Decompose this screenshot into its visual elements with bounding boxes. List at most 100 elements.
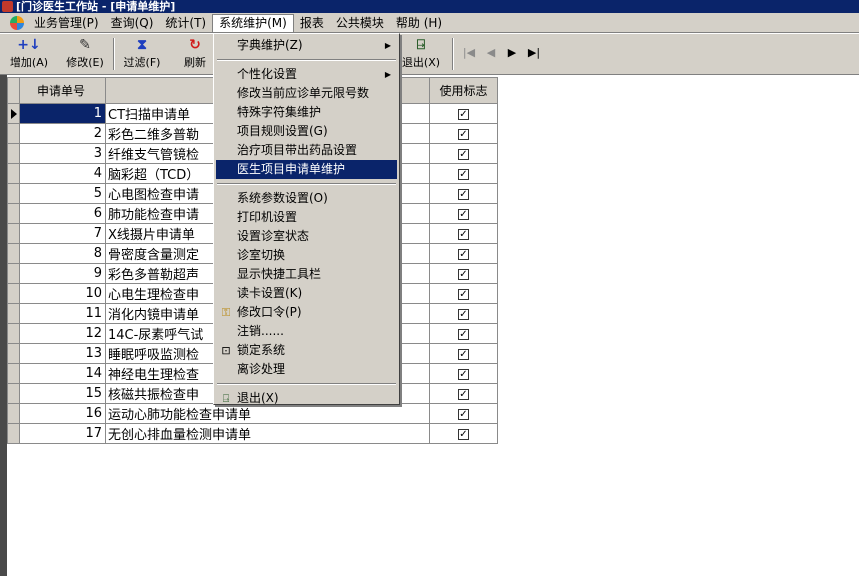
use-flag-checkbox[interactable]: ✓	[458, 169, 469, 180]
menu-item-leave[interactable]: 离诊处理	[216, 360, 397, 379]
use-flag-checkbox[interactable]: ✓	[458, 389, 469, 400]
menu-item-label: 修改口令(P)	[237, 305, 302, 319]
use-flag-cell[interactable]: ✓	[429, 103, 498, 124]
request-number[interactable]: 5	[19, 183, 106, 204]
menu-item-request-maintenance[interactable]: 医生项目申请单维护	[216, 160, 397, 179]
request-number[interactable]: 8	[19, 243, 106, 264]
use-flag-cell[interactable]: ✓	[429, 183, 498, 204]
request-number[interactable]: 15	[19, 383, 106, 404]
request-number[interactable]: 1	[19, 103, 106, 124]
edit-button[interactable]: ✎ 修改(E)	[62, 36, 108, 72]
menu-help[interactable]: 帮助 (H)	[390, 14, 448, 32]
menu-statistics[interactable]: 统计(T)	[159, 14, 212, 32]
use-flag-cell[interactable]: ✓	[429, 223, 498, 244]
menu-item-lock-system[interactable]: ⊡ 锁定系统	[216, 341, 397, 360]
use-flag-cell[interactable]: ✓	[429, 343, 498, 364]
menu-item-special-chars[interactable]: 特殊字符集维护	[216, 103, 397, 122]
menu-item-personalization[interactable]: 个性化设置 ▶	[216, 65, 397, 84]
add-icon: +↓	[17, 37, 41, 53]
menu-item-modify-unit-limit[interactable]: 修改当前应诊单元限号数	[216, 84, 397, 103]
use-flag-checkbox[interactable]: ✓	[458, 189, 469, 200]
request-number[interactable]: 7	[19, 223, 106, 244]
menu-item-dictionary[interactable]: 字典维护(Z) ▶	[216, 36, 397, 55]
left-strip	[0, 75, 7, 576]
request-number[interactable]: 10	[19, 283, 106, 304]
use-flag-checkbox[interactable]: ✓	[458, 209, 469, 220]
menu-item-exit[interactable]: ⍈ 退出(X)	[216, 389, 397, 408]
next-record-icon[interactable]: ▶	[502, 44, 522, 62]
request-number[interactable]: 12	[19, 323, 106, 344]
toolbar-separator	[452, 38, 454, 70]
menu-item-printer[interactable]: 打印机设置	[216, 208, 397, 227]
use-flag-checkbox[interactable]: ✓	[458, 229, 469, 240]
menu-system-maintenance[interactable]: 系统维护(M)	[212, 13, 294, 32]
row-indicator	[7, 303, 20, 324]
request-name[interactable]: 无创心排血量检测申请单	[105, 423, 430, 444]
previous-record-icon[interactable]: ◀	[481, 44, 501, 62]
use-flag-checkbox[interactable]: ✓	[458, 269, 469, 280]
menu-item-room-status[interactable]: 设置诊室状态	[216, 227, 397, 246]
use-flag-cell[interactable]: ✓	[429, 243, 498, 264]
use-flag-checkbox[interactable]: ✓	[458, 129, 469, 140]
use-flag-checkbox[interactable]: ✓	[458, 369, 469, 380]
menu-query[interactable]: 查询(Q)	[105, 14, 160, 32]
refresh-button-label: 刷新	[184, 56, 206, 69]
table-row[interactable]: 17 无创心排血量检测申请单 ✓	[7, 423, 498, 444]
menu-item-change-password[interactable]: ⚿ 修改口令(P)	[216, 303, 397, 322]
menu-item-logout[interactable]: 注销......	[216, 322, 397, 341]
row-indicator	[7, 343, 20, 364]
menu-separator	[217, 383, 396, 385]
use-flag-checkbox[interactable]: ✓	[458, 349, 469, 360]
request-number[interactable]: 16	[19, 403, 106, 424]
use-flag-cell[interactable]: ✓	[429, 263, 498, 284]
request-number[interactable]: 13	[19, 343, 106, 364]
use-flag-cell[interactable]: ✓	[429, 283, 498, 304]
use-flag-cell[interactable]: ✓	[429, 323, 498, 344]
use-flag-cell[interactable]: ✓	[429, 123, 498, 144]
last-record-icon[interactable]: ▶|	[524, 44, 544, 62]
request-number[interactable]: 11	[19, 303, 106, 324]
menu-business[interactable]: 业务管理(P)	[28, 14, 105, 32]
request-number[interactable]: 6	[19, 203, 106, 224]
menu-item-card-settings[interactable]: 读卡设置(K)	[216, 284, 397, 303]
use-flag-checkbox[interactable]: ✓	[458, 329, 469, 340]
use-flag-checkbox[interactable]: ✓	[458, 249, 469, 260]
request-number[interactable]: 17	[19, 423, 106, 444]
request-number[interactable]: 9	[19, 263, 106, 284]
use-flag-checkbox[interactable]: ✓	[458, 429, 469, 440]
menu-item-item-rules[interactable]: 项目规则设置(G)	[216, 122, 397, 141]
request-number[interactable]: 4	[19, 163, 106, 184]
menu-item-room-switch[interactable]: 诊室切换	[216, 246, 397, 265]
menu-reports[interactable]: 报表	[294, 14, 330, 32]
menu-separator	[217, 59, 396, 61]
use-flag-cell[interactable]: ✓	[429, 163, 498, 184]
first-record-icon[interactable]: |◀	[459, 44, 479, 62]
add-button[interactable]: +↓ 增加(A)	[6, 36, 52, 72]
menu-item-system-params[interactable]: 系统参数设置(O)	[216, 189, 397, 208]
use-flag-cell[interactable]: ✓	[429, 143, 498, 164]
toolbar: +↓ 增加(A) ✎ 修改(E) ⧗ 过滤(F) ↻ 刷新 ⍈ 退出(X) |◀…	[0, 34, 859, 75]
use-flag-cell[interactable]: ✓	[429, 203, 498, 224]
use-flag-cell[interactable]: ✓	[429, 363, 498, 384]
use-flag-cell[interactable]: ✓	[429, 403, 498, 424]
use-flag-checkbox[interactable]: ✓	[458, 109, 469, 120]
use-flag-checkbox[interactable]: ✓	[458, 149, 469, 160]
request-number[interactable]: 3	[19, 143, 106, 164]
use-flag-checkbox[interactable]: ✓	[458, 409, 469, 420]
refresh-button[interactable]: ↻ 刷新	[172, 36, 218, 72]
menu-item-treatment-drugs[interactable]: 治疗项目带出药品设置	[216, 141, 397, 160]
menu-public-modules[interactable]: 公共模块	[330, 14, 390, 32]
use-flag-cell[interactable]: ✓	[429, 303, 498, 324]
column-header-number[interactable]: 申请单号	[19, 77, 106, 104]
request-number[interactable]: 14	[19, 363, 106, 384]
exit-button[interactable]: ⍈ 退出(X)	[398, 36, 444, 72]
column-header-flag[interactable]: 使用标志	[429, 77, 498, 104]
menu-item-quick-toolbar[interactable]: 显示快捷工具栏	[216, 265, 397, 284]
use-flag-cell[interactable]: ✓	[429, 423, 498, 444]
request-number[interactable]: 2	[19, 123, 106, 144]
use-flag-checkbox[interactable]: ✓	[458, 289, 469, 300]
filter-button[interactable]: ⧗ 过滤(F)	[119, 36, 165, 72]
use-flag-checkbox[interactable]: ✓	[458, 309, 469, 320]
system-maintenance-menu: 字典维护(Z) ▶ 个性化设置 ▶ 修改当前应诊单元限号数 特殊字符集维护 项目…	[213, 33, 400, 405]
use-flag-cell[interactable]: ✓	[429, 383, 498, 404]
